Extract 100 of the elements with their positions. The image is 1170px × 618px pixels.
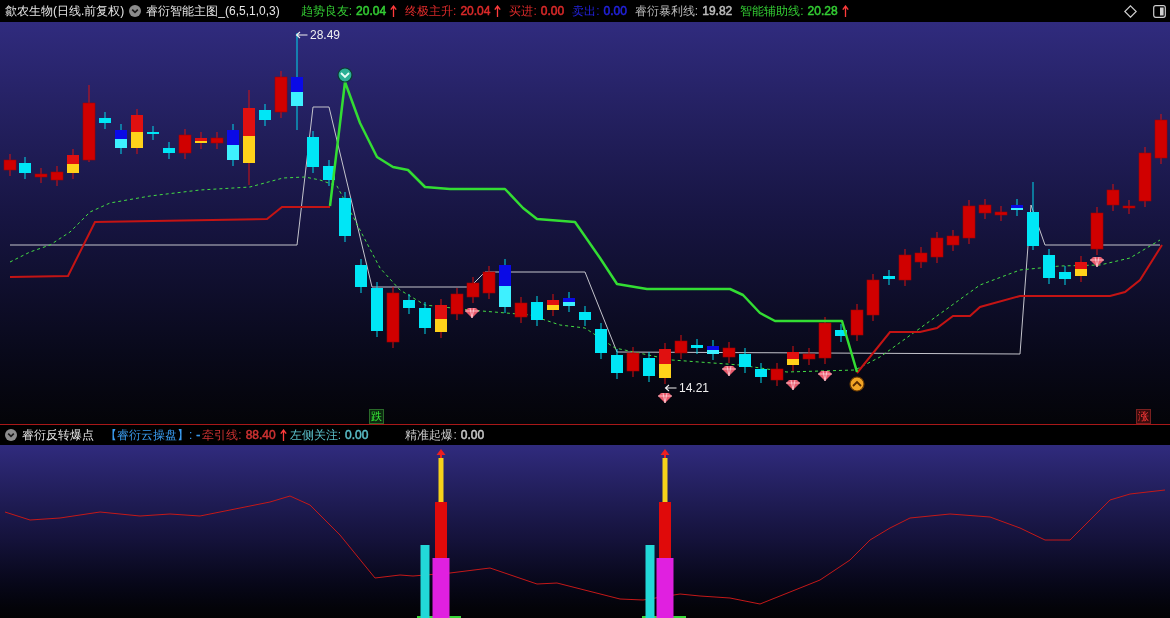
candlestick	[787, 345, 799, 372]
indicator-reading: 终极主升: 20.04	[405, 4, 491, 18]
dropdown-icon[interactable]	[5, 429, 17, 441]
candlestick	[115, 123, 127, 155]
left-arrow-icon	[664, 384, 677, 392]
candlestick	[579, 305, 591, 327]
candlestick	[386, 286, 400, 349]
candlestick	[1090, 206, 1104, 256]
up-arrow-icon	[660, 449, 670, 458]
candlestick	[3, 153, 17, 177]
indicator-reading: 睿衍暴利线: 19.82	[634, 4, 733, 18]
candlestick	[994, 205, 1008, 222]
signal-tag: 跌	[369, 409, 384, 424]
panel-toggle-icon[interactable]	[1153, 4, 1166, 18]
candlestick	[1059, 265, 1071, 286]
candlestick	[659, 342, 671, 385]
candlestick	[323, 159, 335, 187]
candlestick	[611, 348, 623, 380]
candlestick	[514, 296, 528, 324]
candlestick	[34, 167, 48, 184]
indicator-reading: 精准起爆: 0.00	[405, 428, 485, 442]
candlestick	[499, 258, 511, 314]
candlestick	[563, 291, 575, 313]
candlestick	[595, 322, 607, 360]
candlestick	[547, 293, 559, 317]
down-chevron-icon	[337, 67, 353, 83]
candlestick	[1138, 146, 1152, 208]
candlestick	[99, 111, 111, 130]
stock-title: 歙农生物(日线.前复权)	[5, 4, 125, 18]
candlestick	[259, 103, 271, 127]
candlestick	[850, 303, 864, 342]
candlestick	[482, 265, 496, 300]
candlestick	[626, 346, 640, 378]
candlestick	[883, 269, 895, 286]
candlestick	[930, 231, 944, 264]
candlestick	[50, 165, 64, 187]
candlestick	[739, 347, 751, 374]
candlestick	[450, 287, 464, 321]
candlestick	[691, 338, 703, 355]
candlestick	[355, 258, 367, 294]
indicator-reading: 智能辅助线: 20.28	[740, 4, 838, 18]
candlestick	[914, 246, 928, 269]
candlestick	[178, 128, 192, 160]
price-label: 14.21	[679, 381, 710, 395]
candlestick	[707, 339, 719, 361]
gem-icon	[1089, 256, 1105, 268]
candlestick	[419, 301, 431, 335]
candlestick	[67, 148, 79, 180]
candlestick	[1122, 199, 1136, 215]
candlestick	[898, 248, 912, 287]
gem-icon	[817, 370, 833, 382]
candlestick	[770, 362, 784, 387]
candlestick	[339, 191, 351, 243]
candlestick	[722, 341, 736, 364]
indicator-reading: 牵引线: 88.40	[202, 428, 276, 442]
indicator-name: 睿衍反转爆点	[22, 428, 94, 442]
candlestick	[643, 351, 655, 383]
candlestick	[1154, 113, 1168, 165]
candlestick	[163, 141, 175, 160]
indicator-reading: 趋势良友: 20.04	[300, 4, 387, 18]
price-label: 28.49	[310, 28, 341, 42]
up-chevron-icon	[849, 376, 865, 392]
indicator-reading: 卖出: 0.00	[572, 4, 627, 18]
candlestick	[435, 298, 447, 339]
candlestick	[274, 70, 288, 119]
candlestick	[1106, 183, 1120, 212]
candlestick	[818, 316, 832, 365]
candlestick	[131, 108, 143, 155]
candlestick	[1011, 198, 1023, 217]
candlestick	[19, 156, 31, 180]
candlestick	[674, 334, 688, 360]
candlestick	[946, 229, 960, 252]
candlestick	[403, 293, 415, 315]
indicator-name: 睿衍智能主图_(6,5,1,0,3)	[146, 4, 280, 18]
candlestick	[307, 130, 319, 174]
gem-icon	[785, 379, 801, 391]
candlestick	[147, 125, 159, 141]
candlestick	[962, 199, 976, 245]
candlestick	[1043, 248, 1055, 285]
up-arrow-icon	[436, 449, 446, 458]
candlestick	[371, 281, 383, 338]
indicator-reading: 【睿衍云操盘】: -	[105, 428, 201, 442]
diamond-icon[interactable]	[1124, 4, 1137, 18]
indicator-reading: 左侧关注: 0.00	[289, 428, 369, 442]
signal-tag: 涨	[1136, 409, 1151, 424]
candlestick	[531, 295, 543, 327]
candlestick	[835, 323, 847, 343]
candlestick	[802, 347, 816, 366]
candlestick	[210, 131, 224, 150]
candlestick	[866, 273, 880, 322]
gem-icon	[721, 365, 737, 377]
indicator-reading: 买进: 0.00	[509, 4, 565, 18]
candlestick	[195, 131, 207, 150]
candlestick	[1027, 181, 1039, 251]
candlestick	[978, 198, 992, 220]
candlestick	[466, 276, 480, 304]
candlestick	[1075, 255, 1087, 283]
candlestick	[755, 362, 767, 384]
gem-icon	[657, 392, 673, 404]
dropdown-icon[interactable]	[129, 5, 142, 17]
